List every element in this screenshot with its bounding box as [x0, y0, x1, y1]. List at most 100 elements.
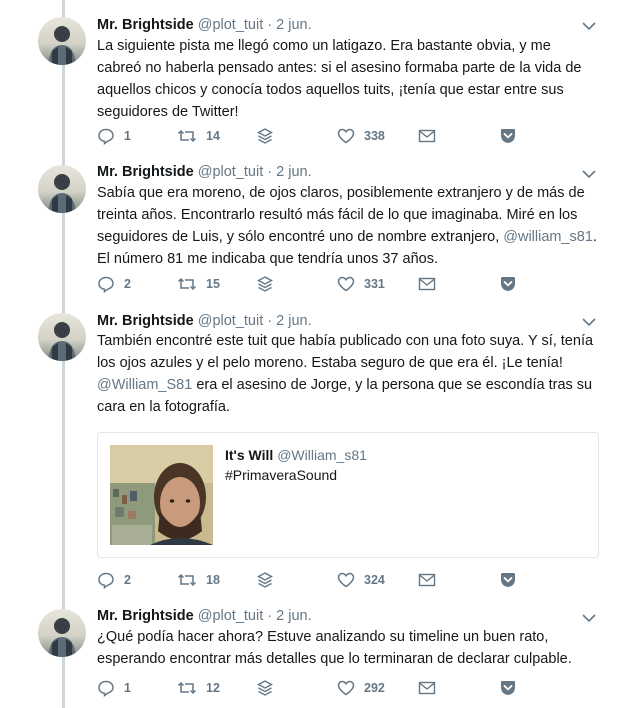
- reply-button[interactable]: 1: [97, 678, 131, 698]
- tweet-text-part: La siguiente pista me llegó como un lati…: [97, 38, 582, 120]
- heart-icon: [337, 680, 355, 696]
- reply-button[interactable]: 2: [97, 570, 131, 590]
- direct-message-button[interactable]: [418, 570, 436, 590]
- pocket-save-icon: [501, 681, 515, 695]
- layers-icon: [257, 276, 273, 292]
- retweet-count: 12: [206, 681, 220, 695]
- quoted-tweet-header: It's Will @William_s81: [225, 446, 367, 464]
- display-name[interactable]: Mr. Brightside: [97, 608, 194, 624]
- pocket-save-icon: [501, 573, 515, 587]
- timestamp[interactable]: 2 jun.: [276, 608, 311, 624]
- heart-icon: [337, 572, 355, 588]
- envelope-icon: [418, 129, 436, 143]
- reply-count: 2: [124, 277, 131, 291]
- display-name[interactable]: Mr. Brightside: [97, 17, 194, 33]
- chevron-down-icon[interactable]: [582, 169, 596, 179]
- tweet-header: Mr. Brightside @plot_tuit · 2 jun.: [97, 163, 312, 181]
- chevron-down-icon[interactable]: [582, 317, 596, 327]
- quoted-tweet-photo[interactable]: [110, 445, 213, 545]
- tweet-actions: 1 14 338: [97, 126, 517, 146]
- mention-link[interactable]: @william_s81: [503, 229, 593, 245]
- tweet-text: La siguiente pista me llegó como un lati…: [97, 35, 597, 123]
- pocket-save-button[interactable]: [499, 274, 517, 294]
- display-name[interactable]: Mr. Brightside: [97, 313, 194, 329]
- retweet-button[interactable]: 14: [177, 126, 220, 146]
- like-count: 324: [364, 573, 385, 587]
- chevron-down-icon[interactable]: [582, 613, 596, 623]
- avatar[interactable]: [38, 609, 86, 657]
- tweet-text: También encontré este tuit que había pub…: [97, 330, 597, 418]
- tweet-header: Mr. Brightside @plot_tuit · 2 jun.: [97, 16, 312, 34]
- reply-icon: [98, 128, 114, 145]
- tweet-text-part: ¿Qué podía hacer ahora? Estuve analizand…: [97, 629, 572, 667]
- avatar[interactable]: [38, 165, 86, 213]
- tweet-actions: 1 12 292: [97, 678, 517, 698]
- like-button[interactable]: 331: [337, 274, 385, 294]
- direct-message-button[interactable]: [418, 274, 436, 294]
- user-handle[interactable]: @plot_tuit: [198, 313, 264, 329]
- like-button[interactable]: 338: [337, 126, 385, 146]
- retweet-icon: [177, 573, 197, 587]
- mention-link[interactable]: @William_S81: [97, 377, 192, 393]
- quoted-tweet-card[interactable]: It's Will @William_s81 #PrimaveraSound: [97, 432, 599, 558]
- reply-button[interactable]: 2: [97, 274, 131, 294]
- user-handle[interactable]: @plot_tuit: [198, 164, 264, 180]
- separator-dot: ·: [267, 608, 273, 624]
- tweet-actions: 2 18 324: [97, 570, 517, 590]
- reply-count: 1: [124, 129, 131, 143]
- user-handle[interactable]: @plot_tuit: [198, 17, 264, 33]
- layers-button[interactable]: [257, 274, 273, 294]
- chevron-down-icon[interactable]: [582, 21, 596, 31]
- timestamp[interactable]: 2 jun.: [276, 313, 311, 329]
- timestamp[interactable]: 2 jun.: [276, 164, 311, 180]
- layers-button[interactable]: [257, 126, 273, 146]
- display-name[interactable]: Mr. Brightside: [97, 164, 194, 180]
- reply-icon: [98, 572, 114, 589]
- reply-button[interactable]: 1: [97, 126, 131, 146]
- retweet-icon: [177, 681, 197, 695]
- pocket-save-button[interactable]: [499, 678, 517, 698]
- heart-icon: [337, 276, 355, 292]
- retweet-count: 14: [206, 129, 220, 143]
- reply-count: 2: [124, 573, 131, 587]
- pocket-save-button[interactable]: [499, 570, 517, 590]
- envelope-icon: [418, 573, 436, 587]
- retweet-count: 15: [206, 277, 220, 291]
- retweet-icon: [177, 129, 197, 143]
- layers-button[interactable]: [257, 678, 273, 698]
- reply-icon: [98, 276, 114, 293]
- timestamp[interactable]: 2 jun.: [276, 17, 311, 33]
- quoted-tweet-text: #PrimaveraSound: [225, 467, 338, 483]
- layers-icon: [257, 128, 273, 144]
- retweet-button[interactable]: 15: [177, 274, 220, 294]
- layers-button[interactable]: [257, 570, 273, 590]
- tweet-actions: 2 15 331: [97, 274, 517, 294]
- pocket-save-button[interactable]: [499, 126, 517, 146]
- like-count: 292: [364, 681, 385, 695]
- like-button[interactable]: 324: [337, 570, 385, 590]
- direct-message-button[interactable]: [418, 678, 436, 698]
- layers-icon: [257, 572, 273, 588]
- pocket-save-icon: [501, 277, 515, 291]
- tweet-text-part: También encontré este tuit que había pub…: [97, 333, 594, 371]
- tweet-header: Mr. Brightside @plot_tuit · 2 jun.: [97, 312, 312, 330]
- tweet-text: Sabía que era moreno, de ojos claros, po…: [97, 182, 597, 270]
- avatar[interactable]: [38, 17, 86, 65]
- retweet-icon: [177, 277, 197, 291]
- heart-icon: [337, 128, 355, 144]
- envelope-icon: [418, 681, 436, 695]
- user-handle[interactable]: @plot_tuit: [198, 608, 264, 624]
- envelope-icon: [418, 277, 436, 291]
- separator-dot: ·: [267, 313, 273, 329]
- layers-icon: [257, 680, 273, 696]
- retweet-button[interactable]: 18: [177, 570, 220, 590]
- tweet-header: Mr. Brightside @plot_tuit · 2 jun.: [97, 607, 312, 625]
- direct-message-button[interactable]: [418, 126, 436, 146]
- retweet-button[interactable]: 12: [177, 678, 220, 698]
- avatar[interactable]: [38, 313, 86, 361]
- quoted-user-handle[interactable]: @William_s81: [277, 447, 367, 463]
- like-button[interactable]: 292: [337, 678, 385, 698]
- reply-count: 1: [124, 681, 131, 695]
- separator-dot: ·: [267, 164, 273, 180]
- quoted-display-name[interactable]: It's Will: [225, 447, 273, 463]
